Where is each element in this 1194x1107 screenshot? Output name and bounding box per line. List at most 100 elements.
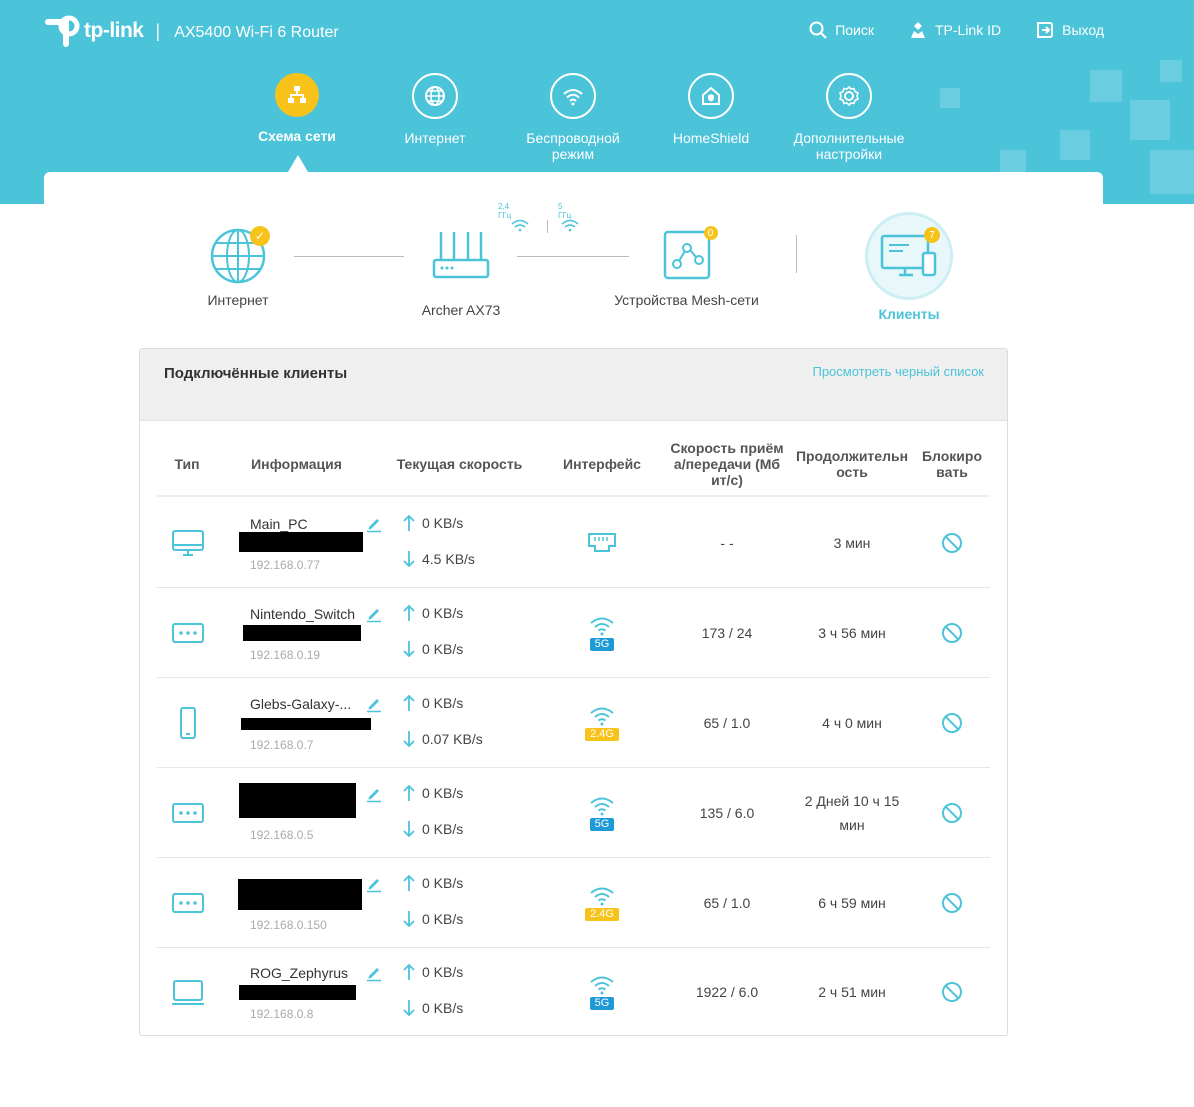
nav-advanced[interactable]: Дополнительные настройки [780, 73, 918, 162]
generic-device-icon [157, 768, 219, 858]
top-actions: Поиск TP-Link ID Выход [808, 20, 1104, 40]
edit-icon[interactable] [365, 515, 383, 533]
nav-wireless[interactable]: Беспроводной режим [504, 73, 642, 162]
arrow-down-icon [403, 551, 415, 568]
nav-internet[interactable]: Интернет [366, 73, 504, 162]
upload-speed: 0 KB/s [402, 963, 463, 981]
topology-mesh[interactable]: 0 Устройства Mesh-сети [604, 224, 769, 308]
client-duration: 6 ч 59 мин [818, 895, 886, 911]
band-badge: 2.4G [585, 727, 619, 741]
block-button[interactable] [917, 768, 987, 858]
wifi-icon [590, 976, 614, 994]
topology-router[interactable]: 2,4 ГГц 5 ГГц Archer AX73 [406, 202, 579, 318]
ethernet-port-icon [588, 533, 616, 552]
mesh-count-badge: 0 [703, 226, 718, 240]
client-interface: 5G [552, 947, 652, 1037]
block-icon [942, 982, 962, 1002]
nav-homeshield[interactable]: HomeShield [642, 73, 780, 162]
arrow-down-icon [403, 641, 415, 658]
edit-icon[interactable] [365, 875, 383, 893]
download-value: 0 KB/s [422, 1000, 464, 1016]
client-rate: 65 / 1.0 [703, 895, 751, 911]
block-button[interactable] [917, 858, 987, 948]
tplink-id-button[interactable]: TP-Link ID [908, 20, 1001, 40]
edit-icon[interactable] [365, 695, 383, 713]
client-rate: 173 / 24 [701, 625, 753, 641]
redacted-mac [243, 625, 361, 641]
header-decoration [1160, 60, 1182, 82]
table-row: Nintendo_Switch 192.168.0.19 0 KB/s 0 KB… [157, 588, 990, 678]
edit-icon[interactable] [365, 785, 383, 803]
client-info: Main_PC 192.168.0.77 [239, 498, 389, 588]
client-name: Main_PC [250, 516, 308, 532]
client-info: Glebs-Galaxy-... 192.168.0.7 [239, 678, 389, 768]
upload-value: 0 KB/s [422, 605, 464, 621]
download-speed: 0.07 KB/s [402, 730, 483, 748]
topology-internet[interactable]: ✓ Интернет [188, 224, 288, 308]
clients-count-badge: 7 [924, 227, 940, 243]
block-button[interactable] [917, 498, 987, 588]
brand-logo[interactable]: tp-link | AX5400 Wi-Fi 6 Router [44, 14, 339, 48]
client-rate: - - [720, 535, 734, 551]
main-nav: Схема сети Интернет Беспроводной режим H… [228, 73, 918, 162]
table-row: ROG_Zephyrus 192.168.0.8 0 KB/s 0 KB/s 5… [157, 947, 990, 1037]
client-speed: 0 KB/s 4.5 KB/s [397, 498, 547, 588]
logout-button[interactable]: Выход [1035, 20, 1104, 40]
table-row: 192.168.0.150 0 KB/s 0 KB/s 2.4G 65 / 1.… [157, 858, 990, 948]
edit-icon[interactable] [365, 964, 383, 982]
search-button[interactable]: Поиск [808, 20, 874, 40]
arrow-down-icon [403, 821, 415, 838]
desktop-icon [157, 498, 219, 588]
client-speed: 0 KB/s 0 KB/s [397, 588, 547, 678]
search-label: Поиск [835, 22, 874, 38]
col-block: Блокиро вать [921, 448, 983, 480]
nav-label: Схема сети [258, 128, 336, 144]
client-speed: 0 KB/s 0 KB/s [397, 947, 547, 1037]
client-interface: 5G [552, 768, 652, 858]
tplink-id-label: TP-Link ID [934, 22, 1002, 38]
client-speed: 0 KB/s 0 KB/s [397, 768, 547, 858]
connected-clients-card: Подключённые клиенты Просмотреть черный … [139, 348, 1008, 1036]
client-interface: 2.4G [552, 678, 652, 768]
logout-label: Выход [1062, 22, 1104, 38]
block-icon [942, 713, 962, 733]
block-icon [942, 623, 962, 643]
band-badge: 2.4G [585, 907, 619, 921]
client-interface [552, 498, 652, 588]
download-value: 4.5 KB/s [422, 551, 475, 567]
upload-speed: 0 KB/s [402, 604, 463, 622]
edit-icon[interactable] [365, 605, 383, 623]
block-button[interactable] [917, 678, 987, 768]
client-speed: 0 KB/s 0.07 KB/s [397, 678, 547, 768]
phone-icon [157, 678, 219, 768]
client-info: 192.168.0.150 [238, 858, 389, 948]
upload-speed: 0 KB/s [402, 694, 463, 712]
col-type: Тип [174, 456, 200, 472]
topology-clients[interactable]: 7 Клиенты [859, 212, 959, 322]
logo-separator: | [155, 20, 161, 41]
upload-value: 0 KB/s [422, 875, 464, 891]
nav-label: HomeShield [672, 130, 750, 146]
header-decoration [1130, 100, 1170, 140]
client-rate: 135 / 6.0 [699, 805, 755, 821]
view-blacklist-link[interactable]: Просмотреть черный список [812, 364, 984, 379]
block-button[interactable] [917, 947, 987, 1037]
block-button[interactable] [917, 588, 987, 678]
table-row: 192.168.0.5 0 KB/s 0 KB/s 5G 135 / 6.0 2… [157, 768, 990, 858]
topology-link [294, 256, 404, 257]
main-panel: ✓ Интернет 2,4 ГГц 5 ГГц Archer AX73 0 У… [44, 155, 1103, 1107]
redacted-mac [239, 532, 363, 552]
redacted-name [238, 879, 362, 910]
upload-value: 0 KB/s [422, 695, 464, 711]
arrow-up-icon [403, 604, 415, 621]
download-speed: 4.5 KB/s [402, 550, 475, 568]
download-speed: 0 KB/s [402, 999, 463, 1017]
redacted-mac [239, 985, 356, 1000]
client-info: ROG_Zephyrus 192.168.0.8 [239, 947, 389, 1037]
client-ip: 192.168.0.150 [250, 918, 327, 932]
nav-network-map[interactable]: Схема сети [228, 73, 366, 162]
band-badge: 5G [589, 637, 615, 651]
client-name: ROG_Zephyrus [250, 965, 349, 981]
user-id-icon [910, 22, 925, 38]
tp-link-logo-icon [45, 15, 80, 47]
